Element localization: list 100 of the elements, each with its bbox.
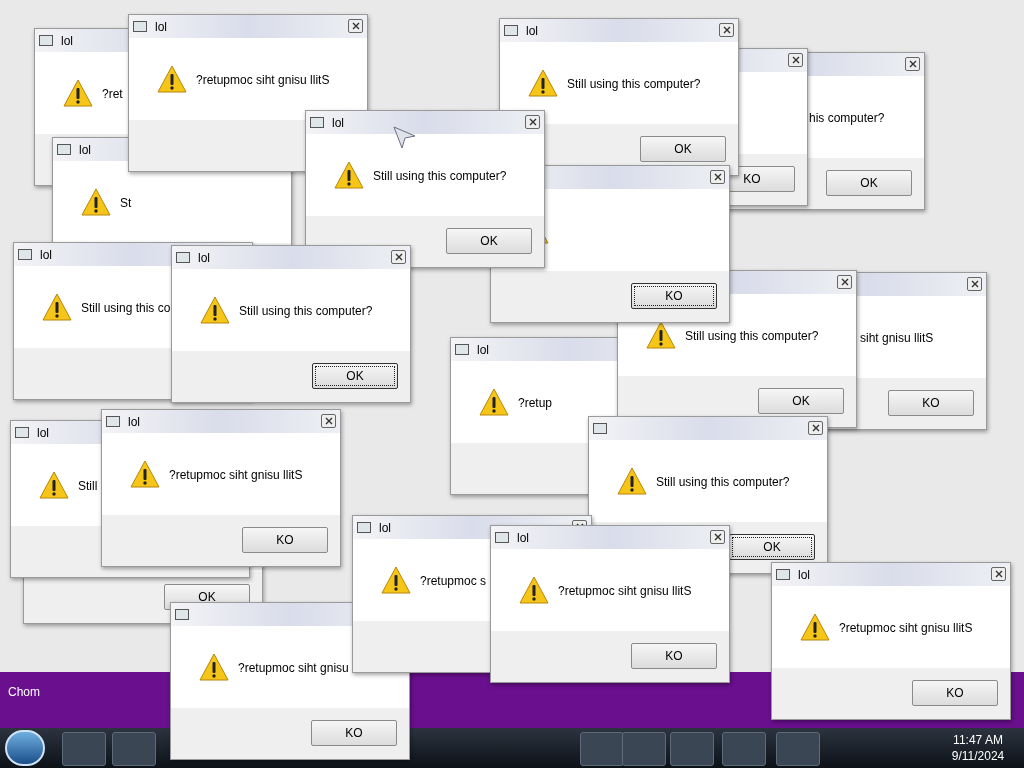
window-title: lol bbox=[379, 519, 391, 537]
dialog-button[interactable]: OK bbox=[312, 363, 398, 389]
window-title: lol bbox=[37, 424, 49, 442]
app-icon bbox=[357, 522, 371, 533]
window-title: lol bbox=[79, 141, 91, 159]
close-icon bbox=[908, 60, 917, 68]
app-icon bbox=[310, 117, 324, 128]
warning-icon bbox=[519, 576, 549, 604]
app-icon bbox=[504, 25, 518, 36]
close-button[interactable] bbox=[391, 250, 406, 264]
app-icon bbox=[175, 609, 189, 620]
close-icon bbox=[791, 56, 800, 64]
window-title: lol bbox=[517, 529, 529, 547]
window-title: lol bbox=[40, 246, 52, 264]
dialog-button[interactable]: KO bbox=[912, 680, 998, 706]
dialog-message: ?retupmoc siht gnisu llitS bbox=[169, 467, 303, 484]
app-icon bbox=[455, 344, 469, 355]
dialog-message: ?retupmoc siht gnisu llitS bbox=[558, 583, 692, 600]
app-icon bbox=[133, 21, 147, 32]
app-icon bbox=[495, 532, 509, 543]
dialog-button[interactable]: OK bbox=[729, 534, 815, 560]
window-title: lol bbox=[798, 566, 810, 584]
dialog-message: Still using this co bbox=[81, 300, 171, 317]
close-icon bbox=[351, 22, 360, 30]
dialog-message: St bbox=[120, 195, 132, 212]
dialog-button[interactable]: KO bbox=[242, 527, 328, 553]
dialog-button[interactable]: OK bbox=[446, 228, 532, 254]
dialog-button[interactable]: KO bbox=[311, 720, 397, 746]
dialog-message: siht gnisu llitS bbox=[860, 330, 934, 347]
clock-date: 9/11/2024 bbox=[951, 748, 1005, 764]
dialog-message: ?retupmoc siht gnisu llitS bbox=[839, 620, 973, 637]
warning-icon bbox=[479, 388, 509, 416]
close-icon bbox=[811, 424, 820, 432]
close-button[interactable] bbox=[905, 57, 920, 71]
close-button[interactable] bbox=[837, 275, 852, 289]
window-label: Chom bbox=[8, 684, 40, 701]
mouse-pointer-icon bbox=[393, 126, 417, 150]
warning-icon bbox=[381, 566, 411, 594]
app-icon bbox=[57, 144, 71, 155]
warning-icon bbox=[63, 79, 93, 107]
clock[interactable]: 11:47 AM 9/11/2024 bbox=[938, 732, 1018, 764]
close-button[interactable] bbox=[788, 53, 803, 67]
app-icon bbox=[106, 416, 120, 427]
app-icon bbox=[18, 249, 32, 260]
dialog-button[interactable]: KO bbox=[888, 390, 974, 416]
close-icon bbox=[840, 278, 849, 286]
close-button[interactable] bbox=[710, 530, 725, 544]
dialog-message: ?retup bbox=[518, 395, 553, 412]
dialog-message: ?retupmoc siht gnisu llitS bbox=[196, 72, 330, 89]
warning-icon bbox=[42, 293, 72, 321]
dialog-message: ?ret bbox=[102, 86, 123, 103]
dialog-message: Still using this computer? bbox=[567, 76, 701, 93]
warning-icon bbox=[200, 296, 230, 324]
warning-icon bbox=[528, 69, 558, 97]
close-button[interactable] bbox=[967, 277, 982, 291]
close-button[interactable] bbox=[710, 170, 725, 184]
close-icon bbox=[528, 118, 537, 126]
warning-icon bbox=[646, 321, 676, 349]
dialog-button[interactable]: OK bbox=[826, 170, 912, 196]
dialog-button[interactable]: OK bbox=[758, 388, 844, 414]
close-button[interactable] bbox=[348, 19, 363, 33]
app-icon bbox=[593, 423, 607, 434]
window-title: lol bbox=[155, 18, 167, 36]
window-title: lol bbox=[477, 341, 489, 359]
app-icon bbox=[176, 252, 190, 263]
app-icon bbox=[39, 35, 53, 46]
dialog-message: ?retupmoc siht gnisu bbox=[238, 660, 349, 677]
dialog-button[interactable]: OK bbox=[640, 136, 726, 162]
close-icon bbox=[994, 570, 1003, 578]
warning-icon bbox=[800, 613, 830, 641]
close-icon bbox=[713, 173, 722, 181]
warning-icon bbox=[81, 188, 111, 216]
window-title: lol bbox=[128, 413, 140, 431]
window-title: lol bbox=[526, 22, 538, 40]
close-button[interactable] bbox=[808, 421, 823, 435]
warning-icon bbox=[617, 467, 647, 495]
dialog-message: Still using this computer? bbox=[685, 328, 819, 345]
close-button[interactable] bbox=[719, 23, 734, 37]
warning-icon bbox=[39, 471, 69, 499]
warning-icon bbox=[199, 653, 229, 681]
window-title: lol bbox=[198, 249, 210, 267]
window-title: lol bbox=[61, 32, 73, 50]
close-button[interactable] bbox=[991, 567, 1006, 581]
dialog-message: Still using this computer? bbox=[373, 168, 507, 185]
close-icon bbox=[722, 26, 731, 34]
window-title: lol bbox=[332, 114, 344, 132]
dialog-message: Still using this computer? bbox=[656, 474, 790, 491]
close-button[interactable] bbox=[525, 115, 540, 129]
close-button[interactable] bbox=[321, 414, 336, 428]
warning-icon bbox=[157, 65, 187, 93]
warning-icon bbox=[334, 161, 364, 189]
clock-time: 11:47 AM bbox=[953, 732, 1003, 748]
dialog-message: Still bbox=[78, 478, 98, 495]
dialog-button[interactable]: KO bbox=[631, 283, 717, 309]
dialog-message: his computer? bbox=[809, 110, 885, 127]
dialog-button[interactable]: KO bbox=[631, 643, 717, 669]
app-icon bbox=[15, 427, 29, 438]
warning-icon bbox=[130, 460, 160, 488]
close-icon bbox=[713, 533, 722, 541]
close-icon bbox=[970, 280, 979, 288]
